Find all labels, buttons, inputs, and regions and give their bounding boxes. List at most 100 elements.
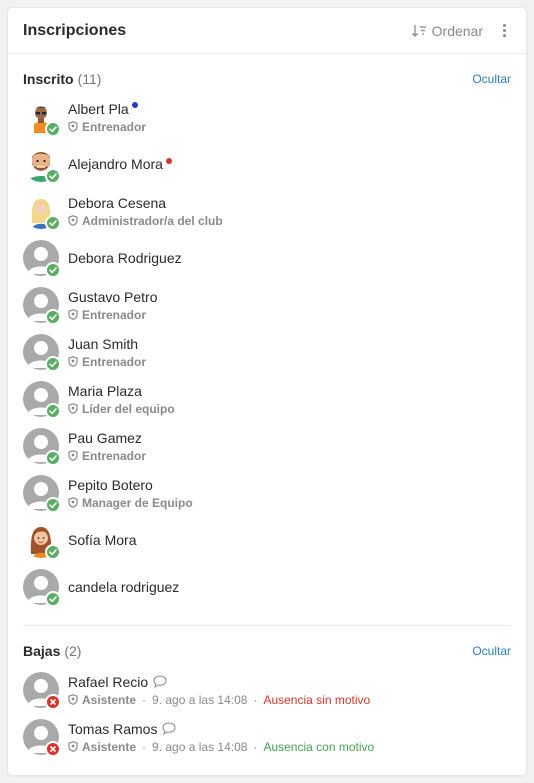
member-role-line: Manager de Equipo bbox=[68, 495, 193, 511]
shield-icon bbox=[68, 497, 78, 508]
member-role: Manager de Equipo bbox=[82, 495, 193, 510]
avatar[interactable] bbox=[23, 719, 61, 757]
shield-icon bbox=[68, 741, 78, 752]
registered-member-row-juan-smith[interactable]: Juan Smith Entrenador bbox=[23, 330, 511, 374]
cancelled-member-row-tomas-ramos[interactable]: Tomas Ramos Asistente · 9. ago a las 14:08 ·… bbox=[23, 715, 511, 759]
registered-hide-link[interactable]: Ocultar bbox=[472, 72, 511, 86]
member-info: Pepito Botero Manager de Equipo bbox=[68, 476, 193, 511]
member-role-line: Asistente · 9. ago a las 14:08 · Ausencia co… bbox=[68, 739, 374, 755]
comment-icon[interactable] bbox=[153, 675, 167, 688]
member-name[interactable]: Rafael Recio bbox=[68, 673, 148, 691]
registered-check-icon bbox=[45, 356, 61, 372]
avatar[interactable] bbox=[23, 99, 61, 137]
card-title: Inscripciones bbox=[23, 21, 127, 39]
sort-button[interactable]: Ordenar bbox=[411, 23, 483, 39]
comment-icon[interactable] bbox=[162, 722, 176, 735]
member-name[interactable]: Sofía Mora bbox=[68, 531, 136, 549]
shield-icon bbox=[68, 121, 78, 132]
registered-check-icon bbox=[45, 309, 61, 325]
card-header: Inscripciones Ordenar bbox=[8, 8, 526, 54]
member-role-line: Líder del equipo bbox=[68, 401, 175, 417]
cancelled-cross-icon bbox=[45, 741, 61, 757]
member-info: Tomas Ramos Asistente · 9. ago a las 14:08 ·… bbox=[68, 720, 374, 755]
registered-member-row-candela-rodriguez[interactable]: candela rodriguez bbox=[23, 565, 511, 609]
avatar[interactable] bbox=[23, 240, 61, 278]
registered-member-row-maria-plaza[interactable]: Maria Plaza Líder del equipo bbox=[23, 377, 511, 421]
registered-member-row-gustavo-petro[interactable]: Gustavo Petro Entrenador bbox=[23, 283, 511, 327]
member-name[interactable]: Albert Pla bbox=[68, 100, 129, 118]
registered-member-row-pepito-botero[interactable]: Pepito Botero Manager de Equipo bbox=[23, 471, 511, 515]
member-role-line: Entrenador bbox=[68, 119, 146, 135]
registered-member-row-pau-gamez[interactable]: Pau Gamez Entrenador bbox=[23, 424, 511, 468]
registered-check-icon bbox=[45, 262, 61, 278]
registered-check-icon bbox=[45, 168, 61, 184]
cancelled-cross-icon bbox=[45, 694, 61, 710]
member-role-line: Administrador/a del club bbox=[68, 213, 223, 229]
member-info: Debora Rodriguez bbox=[68, 249, 182, 267]
member-name[interactable]: Gustavo Petro bbox=[68, 288, 158, 306]
more-options-icon[interactable] bbox=[497, 21, 511, 41]
registered-check-icon bbox=[45, 497, 61, 513]
member-role-line: Entrenador bbox=[68, 448, 146, 464]
shield-icon bbox=[68, 403, 78, 414]
member-name[interactable]: Juan Smith bbox=[68, 335, 138, 353]
shield-icon bbox=[68, 215, 78, 226]
member-role-line: Entrenador bbox=[68, 307, 158, 323]
registered-count: (11) bbox=[77, 71, 102, 87]
member-date: 9. ago a las 14:08 bbox=[152, 739, 248, 754]
registered-member-row-alejandro-mora[interactable]: Alejandro Mora bbox=[23, 142, 511, 186]
member-info: Alejandro Mora bbox=[68, 155, 172, 173]
cancelled-hide-link[interactable]: Ocultar bbox=[472, 644, 511, 658]
member-role: Entrenador bbox=[82, 448, 147, 463]
cancelled-title: Bajas bbox=[23, 643, 61, 659]
registered-member-row-albert-pla[interactable]: Albert Pla Entrenador bbox=[23, 95, 511, 139]
cancelled-count: (2) bbox=[64, 643, 82, 659]
member-name[interactable]: Debora Cesena bbox=[68, 194, 166, 212]
registered-check-icon bbox=[45, 121, 61, 137]
member-role: Entrenador bbox=[82, 307, 147, 322]
status-dot bbox=[165, 157, 172, 164]
member-info: Albert Pla Entrenador bbox=[68, 100, 146, 135]
avatar[interactable] bbox=[23, 287, 61, 325]
member-role-line: Entrenador bbox=[68, 354, 146, 370]
member-name[interactable]: candela rodriguez bbox=[68, 578, 179, 596]
member-name[interactable]: Tomas Ramos bbox=[68, 720, 157, 738]
member-role: Administrador/a del club bbox=[82, 213, 223, 228]
member-name[interactable]: Pepito Botero bbox=[68, 476, 153, 494]
member-role: Asistente bbox=[82, 692, 137, 707]
member-info: Rafael Recio Asistente · 9. ago a las 14:08… bbox=[68, 673, 370, 708]
registered-check-icon bbox=[45, 591, 61, 607]
member-info: Pau Gamez Entrenador bbox=[68, 429, 146, 464]
shield-icon bbox=[68, 450, 78, 461]
absence-reason: Ausencia con motivo bbox=[263, 739, 375, 754]
avatar[interactable] bbox=[23, 475, 61, 513]
sort-icon bbox=[411, 24, 426, 37]
cancelled-section-header: Bajas (2) Ocultar bbox=[8, 641, 526, 661]
avatar[interactable] bbox=[23, 193, 61, 231]
avatar[interactable] bbox=[23, 522, 61, 560]
registered-member-row-debora-cesena[interactable]: Debora Cesena Administrador/a del club bbox=[23, 189, 511, 233]
registered-member-row-debora-rodriguez[interactable]: Debora Rodriguez bbox=[23, 236, 511, 280]
member-name[interactable]: Debora Rodriguez bbox=[68, 249, 182, 267]
avatar[interactable] bbox=[23, 146, 61, 184]
member-name[interactable]: Pau Gamez bbox=[68, 429, 142, 447]
member-role: Asistente bbox=[82, 739, 137, 754]
registered-check-icon bbox=[45, 403, 61, 419]
registered-check-icon bbox=[45, 544, 61, 560]
member-role: Entrenador bbox=[82, 119, 147, 134]
member-name[interactable]: Maria Plaza bbox=[68, 382, 142, 400]
avatar[interactable] bbox=[23, 381, 61, 419]
avatar[interactable] bbox=[23, 334, 61, 372]
cancelled-member-row-rafael-recio[interactable]: Rafael Recio Asistente · 9. ago a las 14:08… bbox=[23, 668, 511, 712]
member-role: Líder del equipo bbox=[82, 401, 175, 416]
member-info: Gustavo Petro Entrenador bbox=[68, 288, 158, 323]
registered-member-row-sofia-mora[interactable]: Sofía Mora bbox=[23, 518, 511, 562]
registered-title: Inscrito bbox=[23, 71, 74, 87]
shield-icon bbox=[68, 356, 78, 367]
avatar[interactable] bbox=[23, 672, 61, 710]
member-name[interactable]: Alejandro Mora bbox=[68, 155, 163, 173]
avatar[interactable] bbox=[23, 569, 61, 607]
member-role-line: Asistente · 9. ago a las 14:08 · Ausencia si… bbox=[68, 692, 370, 708]
avatar[interactable] bbox=[23, 428, 61, 466]
section-divider bbox=[23, 625, 511, 626]
